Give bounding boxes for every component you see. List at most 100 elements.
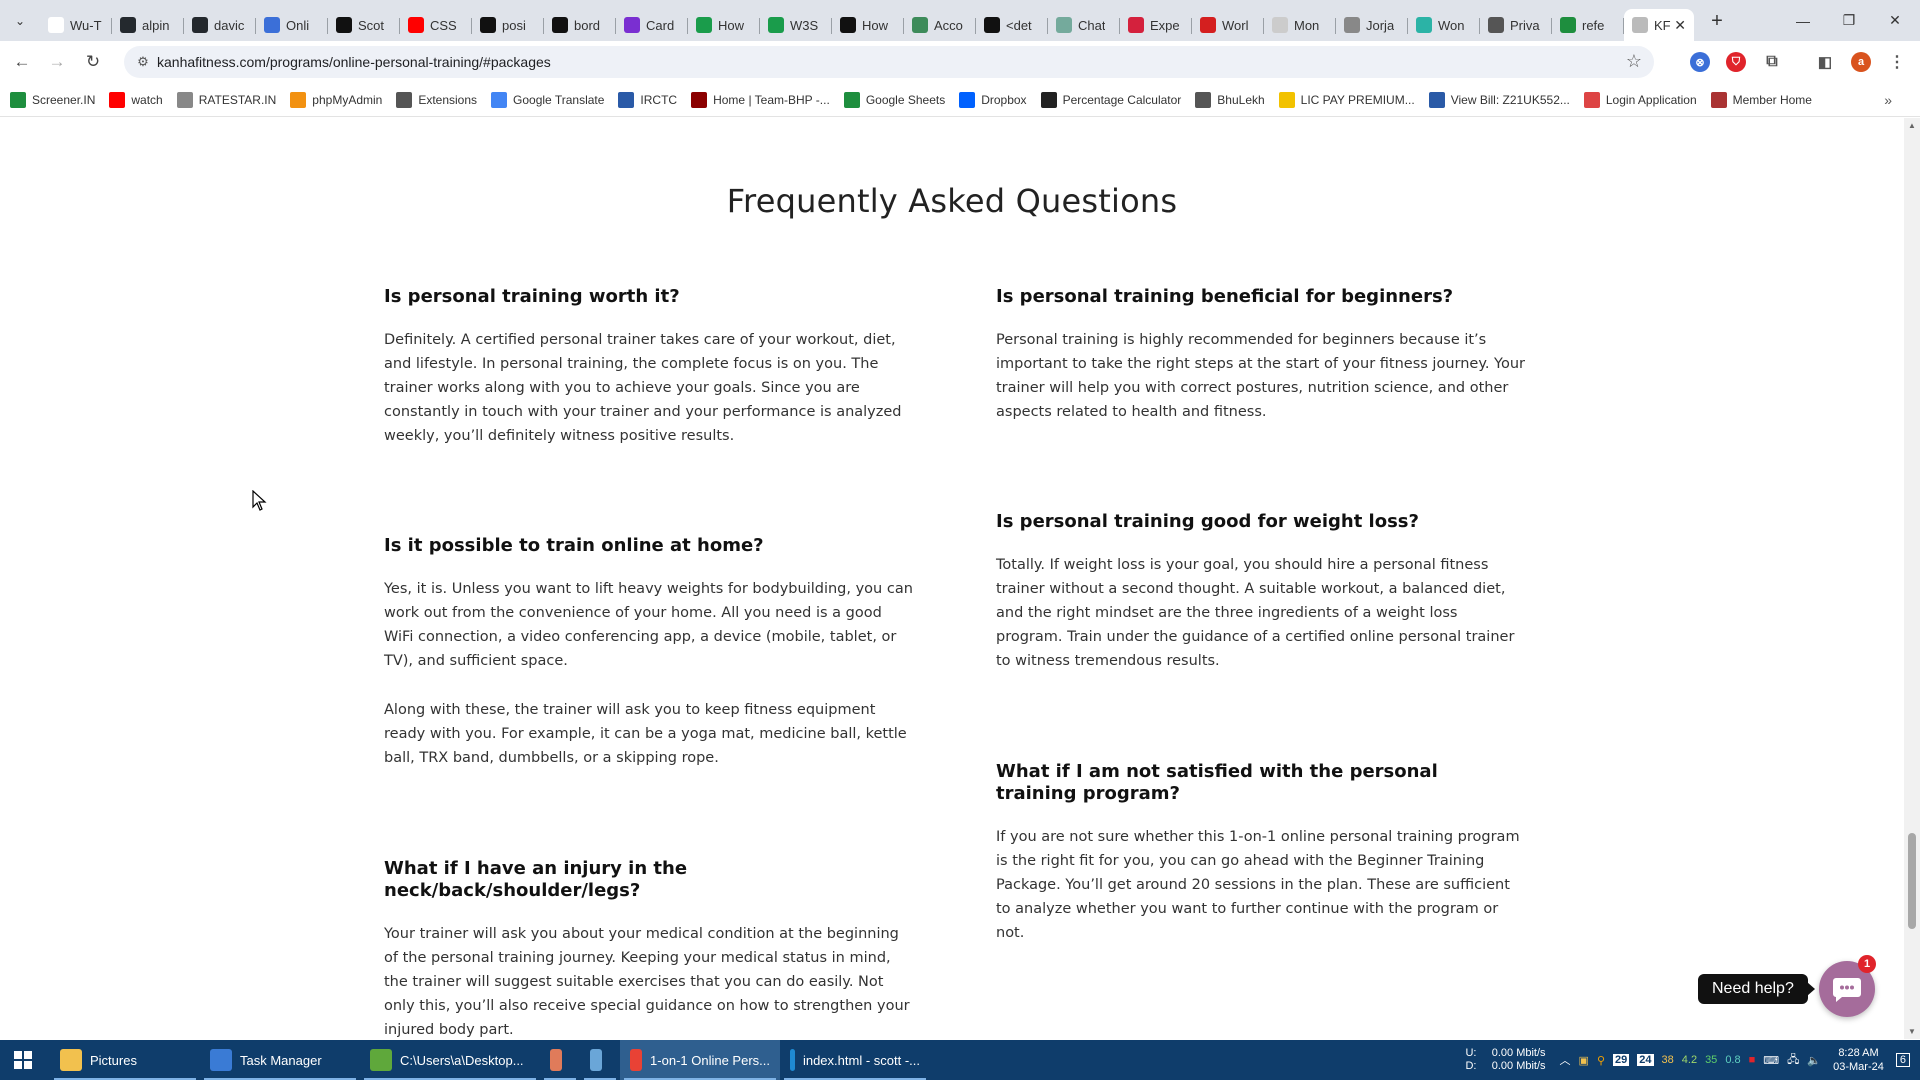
reload-icon[interactable]: ↻ — [80, 49, 106, 75]
tab-search-chevron-icon[interactable]: ⌄ — [8, 9, 32, 33]
bookmark-item[interactable]: View Bill: Z21UK552... — [1428, 91, 1570, 108]
bookmark-item[interactable]: Login Application — [1583, 91, 1697, 108]
taskbar-item[interactable] — [580, 1040, 620, 1080]
scrollbar-thumb[interactable] — [1908, 833, 1916, 929]
extensions-puzzle-icon[interactable]: ⧉ — [1762, 52, 1782, 72]
notification-center-icon[interactable]: 6 — [1895, 1053, 1910, 1067]
bookmark-item[interactable]: Extensions — [396, 91, 477, 108]
browser-tab[interactable]: Expe — [1120, 9, 1192, 41]
start-button[interactable] — [0, 1040, 46, 1080]
chevron-up-icon[interactable]: ︿ — [1560, 1052, 1571, 1068]
browser-tab[interactable]: <det — [976, 9, 1048, 41]
clock-24-tray-icon[interactable]: 24 — [1637, 1054, 1654, 1066]
bookmark-item[interactable]: Google Translate — [491, 91, 604, 108]
bookmark-item[interactable]: Home | Team-BHP -... — [691, 91, 830, 108]
browser-tab[interactable]: bord — [544, 9, 616, 41]
browser-tab[interactable]: Wu-T — [40, 9, 112, 41]
bookmark-item[interactable]: RATESTAR.IN — [176, 91, 276, 108]
bookmark-label: Login Application — [1605, 92, 1697, 107]
tab-title: How — [862, 17, 889, 33]
taskbar-item[interactable]: Task Manager — [200, 1040, 360, 1080]
browser-tab[interactable]: alpin — [112, 9, 184, 41]
more-menu-icon[interactable]: ⋮ — [1887, 52, 1907, 72]
bookmark-item[interactable]: phpMyAdmin — [290, 91, 382, 108]
browser-tab[interactable]: Card — [616, 9, 688, 41]
notepad-icon — [590, 1049, 602, 1071]
chrome-icon — [630, 1049, 643, 1071]
browser-tab[interactable]: posi — [472, 9, 544, 41]
browser-tab[interactable]: How — [832, 9, 904, 41]
close-window-button[interactable]: ✕ — [1872, 0, 1918, 41]
scroll-down-icon[interactable]: ▼ — [1908, 1027, 1916, 1036]
app-icon — [550, 1049, 562, 1071]
restore-button[interactable]: ❐ — [1826, 0, 1872, 41]
taskbar-item[interactable]: Pictures — [50, 1040, 200, 1080]
minimize-button[interactable]: — — [1780, 0, 1826, 41]
browser-tab[interactable]: Priva — [1480, 9, 1552, 41]
lic-icon — [1278, 91, 1295, 108]
bookmark-item[interactable]: Google Sheets — [843, 91, 945, 108]
faq-item: What if I am not satisfied with the pers… — [996, 761, 1520, 970]
browser-tab[interactable]: W3S — [760, 9, 832, 41]
browser-tab[interactable]: Jorja — [1336, 9, 1408, 41]
taskbar-item[interactable] — [540, 1040, 580, 1080]
bookmark-item[interactable]: Member Home — [1710, 91, 1812, 108]
bookmark-item[interactable]: IRCTC — [618, 91, 677, 108]
extension-icon[interactable]: ⊗ — [1690, 52, 1710, 72]
forward-arrow-icon[interactable]: → — [44, 49, 70, 75]
tab-title: KF — [1654, 17, 1671, 33]
bookmark-item[interactable]: Screener.IN — [10, 91, 95, 108]
bookmark-item[interactable]: watch — [109, 91, 163, 108]
bookmark-label: BhuLekh — [1217, 92, 1265, 107]
address-bar[interactable]: ⚙ kanhafitness.com/programs/online-perso… — [124, 46, 1654, 78]
tray-number-2: 4.2 — [1681, 1054, 1698, 1066]
folder-icon — [60, 1049, 82, 1071]
bookmark-item[interactable]: Dropbox — [959, 91, 1027, 108]
browser-tab[interactable]: CSS — [400, 9, 472, 41]
search-tray-icon[interactable]: ⚲ — [1597, 1054, 1605, 1067]
bookmark-star-icon[interactable]: ☆ — [1626, 51, 1642, 72]
tab-close-icon[interactable]: ✕ — [1674, 17, 1686, 34]
browser-tab[interactable]: KF ✕ — [1624, 9, 1694, 41]
ublock-shield-icon[interactable]: ⛉ — [1726, 52, 1746, 72]
taskbar-item[interactable]: C:\Users\a\Desktop... — [360, 1040, 540, 1080]
browser-tab[interactable]: Onli — [256, 9, 328, 41]
bookmark-item[interactable]: Percentage Calculator — [1040, 91, 1182, 108]
browser-tab[interactable]: Scot — [328, 9, 400, 41]
browser-tab[interactable]: davic — [184, 9, 256, 41]
clock[interactable]: 8:28 AM 03-Mar-24 — [1833, 1046, 1884, 1074]
folder-tray-icon[interactable]: ▣ — [1579, 1054, 1589, 1067]
browser-tab[interactable]: refe — [1552, 9, 1624, 41]
browser-tab[interactable]: Acco — [904, 9, 976, 41]
side-panel-icon[interactable]: ◧ — [1815, 52, 1835, 72]
antivirus-tray-icon[interactable]: ■ — [1749, 1054, 1756, 1066]
url-text[interactable]: kanhafitness.com/programs/online-persona… — [157, 54, 551, 70]
profile-avatar[interactable]: a — [1851, 52, 1871, 72]
back-arrow-icon[interactable]: ← — [9, 49, 35, 75]
taskbar-item[interactable]: 1-on-1 Online Pers... — [620, 1040, 780, 1080]
volume-icon[interactable]: 🔈 — [1807, 1054, 1821, 1067]
new-tab-button[interactable]: + — [1704, 8, 1730, 34]
scroll-up-icon[interactable]: ▲ — [1908, 121, 1916, 130]
bookmark-label: Percentage Calculator — [1062, 92, 1182, 107]
bookmark-item[interactable]: BhuLekh — [1195, 91, 1265, 108]
bookmarks-overflow-icon[interactable]: » — [1884, 92, 1892, 108]
browser-tab[interactable]: Won — [1408, 9, 1480, 41]
network-tray-icon[interactable]: 🖧 — [1787, 1051, 1799, 1070]
browser-tab[interactable]: Chat — [1048, 9, 1120, 41]
browser-tab[interactable]: Mon — [1264, 9, 1336, 41]
notepadpp-icon — [370, 1049, 392, 1071]
need-help-label[interactable]: Need help? — [1698, 974, 1815, 1004]
net-up-label: U: — [1465, 1047, 1477, 1059]
site-info-icon[interactable]: ⚙ — [134, 53, 152, 71]
kf-icon — [1632, 17, 1648, 33]
sheets-icon — [843, 91, 860, 108]
browser-tab[interactable]: How — [688, 9, 760, 41]
browser-tab[interactable]: Worl — [1192, 9, 1264, 41]
bookmark-item[interactable]: LIC PAY PREMIUM... — [1278, 91, 1415, 108]
calendar-tray-icon[interactable]: 29 — [1613, 1054, 1630, 1066]
keyboard-tray-icon[interactable]: ⌨ — [1763, 1054, 1779, 1067]
tray-number-4: 0.8 — [1725, 1054, 1741, 1066]
taskbar-item[interactable]: index.html - scott -... — [780, 1040, 930, 1080]
page-scrollbar[interactable]: ▲ ▼ — [1904, 118, 1920, 1039]
